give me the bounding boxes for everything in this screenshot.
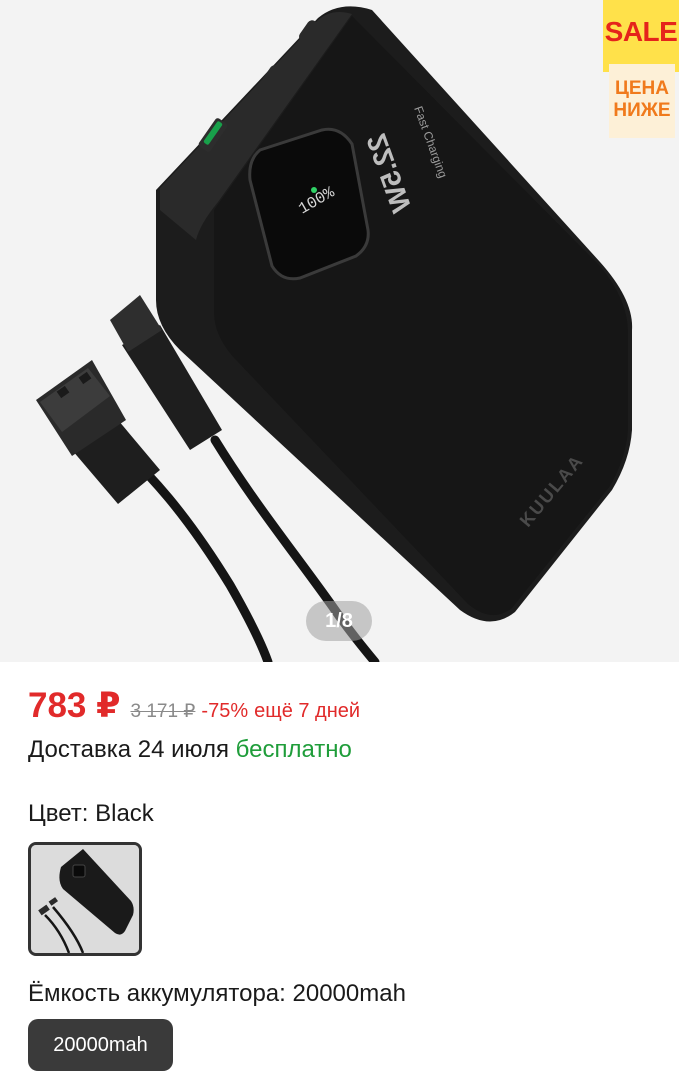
- price-row: 783 ₽ 3 171 ₽ -75% ещё 7 дней: [28, 686, 360, 726]
- delivery-date: Доставка 24 июля: [28, 736, 229, 763]
- image-counter: 1/8: [306, 601, 372, 641]
- power-bank-product-photo: 100% 22.5W Fast Charging KUULAA: [36, 6, 633, 662]
- old-price: 3 171 ₽: [130, 701, 196, 722]
- product-page: 100% 22.5W Fast Charging KUULAA SALE ЦЕН…: [0, 0, 679, 1090]
- color-swatch-black[interactable]: [28, 842, 142, 956]
- product-image-gallery[interactable]: 100% 22.5W Fast Charging KUULAA SALE ЦЕН…: [0, 0, 679, 662]
- promo-line-2: НИЖЕ: [613, 100, 671, 121]
- sale-badge-bottom: ЦЕНА НИЖЕ: [609, 64, 675, 138]
- sale-badge-top: SALE: [603, 0, 679, 72]
- delivery-info: Доставка 24 июля бесплатно: [28, 736, 352, 764]
- swatch-thumbnail-image: [31, 845, 139, 953]
- capacity-option-20000mah[interactable]: 20000mah: [28, 1019, 173, 1071]
- discount-percent: -75%: [201, 700, 249, 722]
- capacity-label: Ёмкость аккумулятора: 20000mah: [28, 980, 406, 1007]
- promo-line-1: ЦЕНА: [615, 78, 669, 99]
- delivery-free-label: бесплатно: [235, 736, 352, 763]
- current-price: 783 ₽: [28, 686, 121, 725]
- color-label: Цвет: Black: [28, 800, 154, 827]
- discount-duration: ещё 7 дней: [254, 700, 361, 722]
- promo-text: ЦЕНА НИЖЕ: [609, 78, 675, 122]
- sale-text: SALE: [604, 16, 678, 47]
- sale-badge: SALE ЦЕНА НИЖЕ: [603, 0, 679, 138]
